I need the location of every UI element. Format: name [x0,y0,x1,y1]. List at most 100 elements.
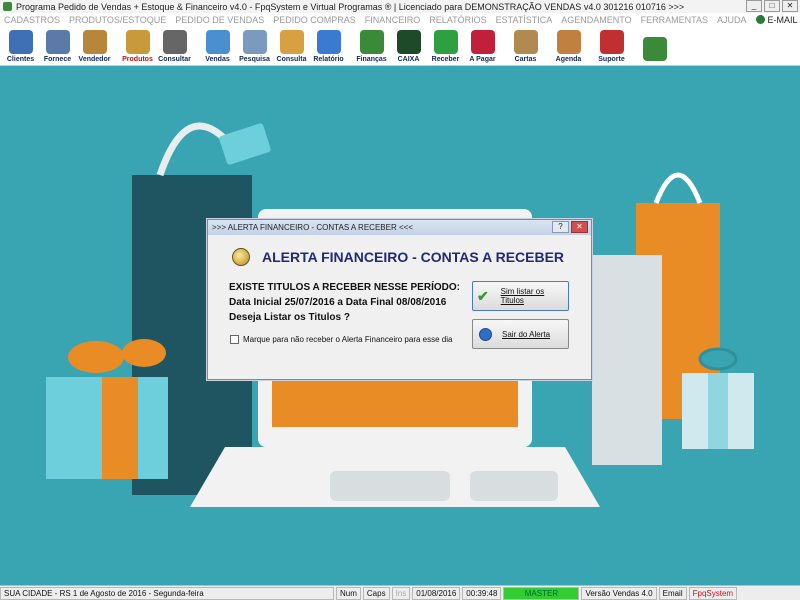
receber-icon [433,30,458,54]
list-titles-label: Sim listar os Titulos [500,287,545,305]
list-titles-button[interactable]: ✔ Sim listar os Titulos [472,281,569,311]
toolbar-suporte-button[interactable]: Suporte [593,27,630,65]
message-line-2: Data Inicial 25/07/2016 a Data Final 08/… [229,297,447,308]
status-time: 00:39:48 [462,586,502,600]
orange-bag-handle-shape [653,172,703,204]
toolbar-label: Consulta [276,56,307,63]
financas-icon [359,30,384,54]
close-button[interactable]: ✕ [782,0,798,12]
toolbar-cartas-button[interactable]: Cartas [507,27,544,65]
status-user: MASTER [503,586,580,600]
toolbar-vendas-button[interactable]: Vendas [199,27,236,65]
toolbar-vendedor-button[interactable]: Vendedor [76,27,113,65]
exit-icon [642,37,667,61]
toolbar-receber-button[interactable]: Receber [427,27,464,65]
vendedor-icon [82,30,107,54]
menu-email[interactable]: E-MAIL [755,14,798,25]
toolbar-pesquisa-button[interactable]: Pesquisa [236,27,273,65]
toolbar-label: Receber [431,56,460,63]
menu-ajuda[interactable]: AJUDA [717,15,747,25]
toolbar-label: Consultar [158,56,191,63]
menu-cadastros[interactable]: CADASTROS [4,15,60,25]
message-line-3: Deseja Listar os Titulos ? [229,312,350,323]
window-controls: _ □ ✕ [746,0,798,12]
dialog-titlebar: >>> ALERTA FINANCEIRO - CONTAS A RECEBER… [208,220,591,235]
dialog-heading: ALERTA FINANCEIRO - CONTAS A RECEBER [232,248,564,266]
toolbar-clientes-button[interactable]: Clientes [2,27,39,65]
grey-bag-shape [592,255,662,465]
dialog-message: EXISTE TITULOS A RECEBER NESSE PERÍODO: … [229,280,460,325]
laptop-trackpad-shape [330,471,450,501]
consultar-icon [162,30,187,54]
toolbar-label: Relatório [313,56,344,63]
toolbar-label: Agenda [555,56,582,63]
toolbar-financas-button[interactable]: Finanças [353,27,390,65]
price-tag-shape [219,123,271,165]
message-line-1: EXISTE TITULOS A RECEBER NESSE PERÍODO: [229,282,460,293]
toolbar-agenda-button[interactable]: Agenda [550,27,587,65]
vendas-icon [205,30,230,54]
dialog-controls: ? ✕ [552,221,588,233]
coin-icon [232,248,250,266]
toolbar-label: Fornece [43,56,72,63]
toolbar-label: A Pagar [469,56,496,63]
dialog-close-button[interactable]: ✕ [571,221,588,233]
dont-alert-checkbox[interactable]: Marque para não receber o Alerta Finance… [230,335,452,344]
minimize-button[interactable]: _ [746,0,762,12]
status-num: Num [336,586,361,600]
toolbar-caixa-button[interactable]: CAIXA [390,27,427,65]
status-ins: Ins [391,586,411,600]
toolbar-label: CAIXA [397,56,420,63]
agenda-icon [556,30,581,54]
fornece-icon [45,30,70,54]
relatorio-icon [316,30,341,54]
toolbar-consultar-button[interactable]: Consultar [156,27,193,65]
status-email[interactable]: Email [658,586,687,600]
toolbar-label: Vendas [205,56,230,63]
toolbar-exit-button[interactable] [636,27,673,65]
menu-pedido-compras[interactable]: PEDIDO COMPRAS [273,15,356,25]
maximize-button[interactable]: □ [764,0,780,12]
menu-ferramentas[interactable]: FERRAMENTAS [641,15,708,25]
status-caps: Caps [362,586,390,600]
menu-produtos-estoque[interactable]: PRODUTOS/ESTOQUE [69,15,166,25]
menu-financeiro[interactable]: FINANCEIRO [365,15,421,25]
dialog-help-button[interactable]: ? [552,221,569,233]
caixa-icon [396,30,421,54]
left-gift-ribbon-shape [102,377,138,479]
right-gift-bow-shape [698,347,738,371]
menu-pedido-vendas[interactable]: PEDIDO DE VENDAS [175,15,264,25]
toolbar-label: Suporte [598,56,625,63]
check-icon: ✔ [477,288,489,304]
checkbox-label: Marque para não receber o Alerta Finance… [243,335,453,344]
a-pagar-icon [470,30,495,54]
toolbar-fornece-button[interactable]: Fornece [39,27,76,65]
status-version: Versão Vendas 4.0 [581,586,657,600]
alert-dialog: >>> ALERTA FINANCEIRO - CONTAS A RECEBER… [207,219,592,380]
consulta-icon [279,30,304,54]
toolbar-produtos-button[interactable]: Produtos [119,27,156,65]
toolbar-a-pagar-button[interactable]: A Pagar [464,27,501,65]
suporte-icon [599,30,624,54]
toolbar-relatorio-button[interactable]: Relatório [310,27,347,65]
exit-alert-button[interactable]: Sair do Alerta [472,319,569,349]
menu-email-label: E-MAIL [767,14,798,25]
cartas-icon [513,30,538,54]
menu-estatistica[interactable]: ESTATÍSTICA [496,15,553,25]
status-date: 01/08/2016 [412,586,461,600]
menu-bar: CADASTROS PRODUTOS/ESTOQUE PEDIDO DE VEN… [0,13,800,26]
pesquisa-icon [242,30,267,54]
toolbar-consulta-button[interactable]: Consulta [273,27,310,65]
window-title: Programa Pedido de Vendas + Estoque & Fi… [16,1,685,12]
status-brand: FpqSystem [688,586,738,600]
toolbar-label: Clientes [6,56,35,63]
left-gift-bow-shape-2 [122,339,166,367]
menu-relatorios[interactable]: RELATÓRIOS [429,15,486,25]
exit-icon [479,327,492,341]
checkbox-box[interactable] [230,335,239,344]
email-icon [755,15,765,24]
dialog-heading-text: ALERTA FINANCEIRO - CONTAS A RECEBER [262,249,565,265]
exit-alert-label: Sair do Alerta [502,329,551,339]
app-icon [3,2,12,11]
menu-agendamento[interactable]: AGENDAMENTO [561,15,631,25]
